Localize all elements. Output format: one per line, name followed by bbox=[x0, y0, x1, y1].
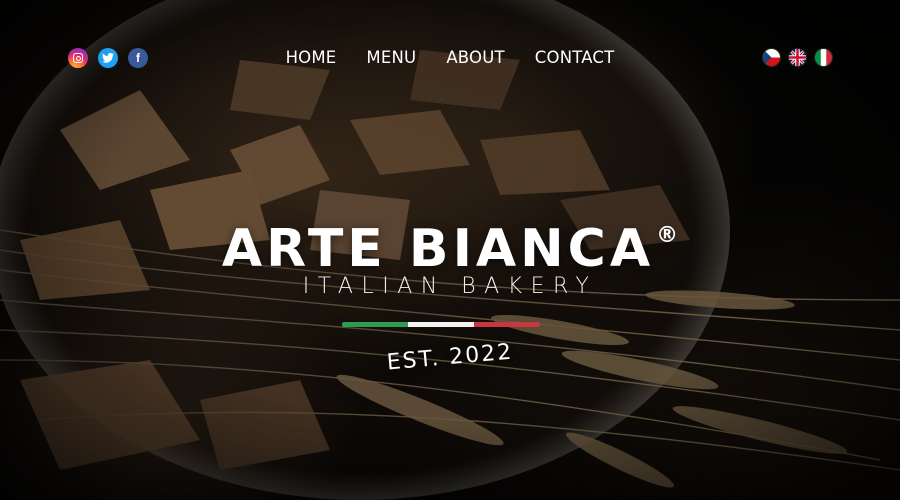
nav-contact[interactable]: CONTACT bbox=[535, 47, 615, 69]
registered-mark: ® bbox=[656, 223, 679, 248]
nav-home[interactable]: HOME bbox=[286, 47, 337, 69]
italy-flag-icon[interactable] bbox=[815, 49, 832, 66]
uk-flag-icon[interactable] bbox=[789, 49, 806, 66]
nav-menu[interactable]: MENU bbox=[366, 47, 416, 69]
tricolor-green bbox=[342, 322, 408, 327]
brand-title: ARTE BIANCA® bbox=[0, 205, 900, 280]
language-switcher bbox=[763, 49, 832, 66]
czech-flag-icon[interactable] bbox=[763, 49, 780, 66]
nav-about[interactable]: ABOUT bbox=[446, 47, 504, 69]
brand-tagline: ITALIAN BAKERY bbox=[302, 274, 598, 299]
tricolor-red bbox=[474, 322, 540, 327]
tricolor-white bbox=[408, 322, 474, 327]
brand-name: ARTE BIANCA bbox=[221, 219, 655, 279]
italian-tricolor-divider bbox=[342, 322, 540, 327]
